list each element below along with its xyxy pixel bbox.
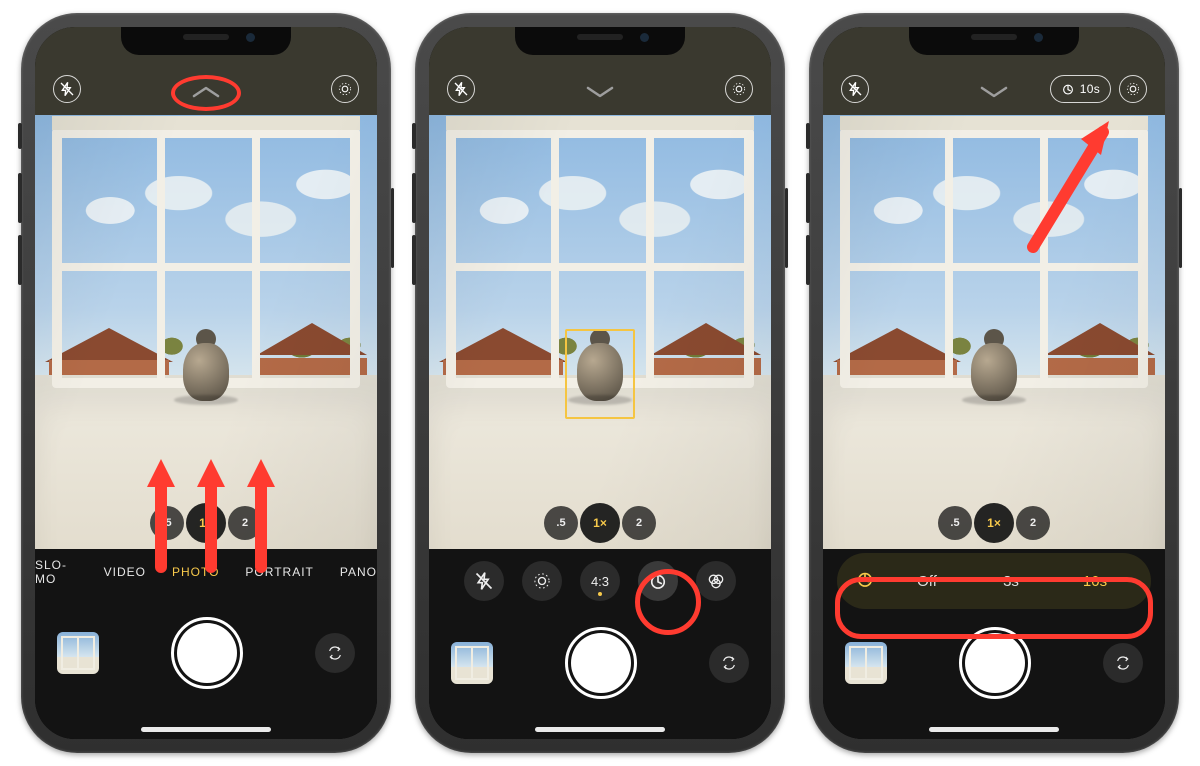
notch bbox=[121, 27, 291, 55]
zoom-1x[interactable]: 1× bbox=[186, 503, 226, 543]
timer-option-3s[interactable]: 3s bbox=[973, 573, 1049, 590]
live-photo-toggle[interactable] bbox=[331, 75, 359, 103]
home-indicator[interactable] bbox=[141, 727, 271, 732]
phone-frame: 10s .5 1× 2 bbox=[809, 13, 1179, 753]
notch bbox=[515, 27, 685, 55]
screen: 10s .5 1× 2 bbox=[823, 27, 1165, 739]
camera-switch-button[interactable] bbox=[1103, 643, 1143, 683]
home-indicator[interactable] bbox=[929, 727, 1059, 732]
camera-bottom-bar: Off 3s 10s bbox=[823, 549, 1165, 739]
timer-options-row: Off 3s 10s bbox=[837, 553, 1151, 609]
mode-strip[interactable]: SLO-MO VIDEO PHOTO PORTRAIT PANO bbox=[35, 555, 377, 589]
timer-control[interactable] bbox=[638, 561, 678, 601]
drawer-chevron-down-icon[interactable] bbox=[979, 81, 1009, 103]
mode-photo[interactable]: PHOTO bbox=[172, 565, 219, 579]
shutter-button[interactable] bbox=[959, 627, 1031, 699]
timer-status-pill[interactable]: 10s bbox=[1050, 75, 1111, 103]
filters-icon bbox=[706, 571, 726, 591]
last-photo-thumbnail[interactable] bbox=[451, 642, 493, 684]
mode-pano[interactable]: PANO bbox=[340, 565, 377, 579]
zoom-0_5x[interactable]: .5 bbox=[938, 506, 972, 540]
viewfinder[interactable]: .5 1× 2 bbox=[429, 115, 771, 549]
zoom-2x[interactable]: 2 bbox=[622, 506, 656, 540]
aspect-ratio-control[interactable]: 4:3 bbox=[580, 561, 620, 601]
flash-toggle[interactable] bbox=[841, 75, 869, 103]
timer-icon bbox=[648, 571, 668, 591]
live-photo-icon bbox=[731, 81, 747, 97]
aspect-ratio-label: 4:3 bbox=[591, 574, 609, 589]
flash-off-icon bbox=[453, 81, 469, 97]
viewfinder[interactable]: .5 1× 2 bbox=[823, 115, 1165, 549]
mode-portrait[interactable]: PORTRAIT bbox=[245, 565, 313, 579]
camera-switch-button[interactable] bbox=[315, 633, 355, 673]
shutter-button[interactable] bbox=[171, 617, 243, 689]
phone-frame: .5 1× 2 4:3 bbox=[415, 13, 785, 753]
camera-switch-icon bbox=[327, 645, 343, 661]
live-photo-toggle[interactable] bbox=[1119, 75, 1147, 103]
live-photo-icon bbox=[1125, 81, 1141, 97]
live-photo-icon bbox=[532, 571, 552, 591]
zoom-selector[interactable]: .5 1× 2 bbox=[150, 503, 262, 543]
mode-slomo[interactable]: SLO-MO bbox=[35, 558, 78, 586]
drawer-chevron-up-icon[interactable] bbox=[191, 81, 221, 103]
last-photo-thumbnail[interactable] bbox=[57, 632, 99, 674]
scene bbox=[823, 115, 1165, 549]
live-photo-control[interactable] bbox=[522, 561, 562, 601]
shutter-button[interactable] bbox=[565, 627, 637, 699]
camera-bottom-bar: 4:3 bbox=[429, 549, 771, 739]
timer-option-off[interactable]: Off bbox=[889, 573, 965, 590]
mode-video[interactable]: VIDEO bbox=[104, 565, 146, 579]
camera-switch-button[interactable] bbox=[709, 643, 749, 683]
zoom-selector[interactable]: .5 1× 2 bbox=[938, 503, 1050, 543]
timer-option-10s[interactable]: 10s bbox=[1057, 573, 1133, 590]
live-photo-toggle[interactable] bbox=[725, 75, 753, 103]
zoom-1x[interactable]: 1× bbox=[974, 503, 1014, 543]
zoom-0_5x[interactable]: .5 bbox=[150, 506, 184, 540]
zoom-0_5x[interactable]: .5 bbox=[544, 506, 578, 540]
zoom-selector[interactable]: .5 1× 2 bbox=[544, 503, 656, 543]
flash-off-icon bbox=[847, 81, 863, 97]
flash-off-icon bbox=[474, 571, 494, 591]
camera-bottom-bar: SLO-MO VIDEO PHOTO PORTRAIT PANO bbox=[35, 549, 377, 739]
live-photo-icon bbox=[337, 81, 353, 97]
timer-icon bbox=[1061, 82, 1075, 96]
subject-buddha bbox=[966, 329, 1022, 401]
filters-control[interactable] bbox=[696, 561, 736, 601]
viewfinder[interactable]: .5 1× 2 bbox=[35, 115, 377, 549]
home-indicator[interactable] bbox=[535, 727, 665, 732]
timer-status-label: 10s bbox=[1080, 82, 1100, 96]
timer-icon bbox=[855, 569, 875, 593]
screen: .5 1× 2 SLO-MO VIDEO PHOTO PORTRAIT PANO bbox=[35, 27, 377, 739]
subject-buddha bbox=[178, 329, 234, 401]
zoom-2x[interactable]: 2 bbox=[1016, 506, 1050, 540]
flash-toggle[interactable] bbox=[53, 75, 81, 103]
control-drawer: 4:3 bbox=[429, 553, 771, 609]
flash-control[interactable] bbox=[464, 561, 504, 601]
zoom-2x[interactable]: 2 bbox=[228, 506, 262, 540]
camera-switch-icon bbox=[1115, 655, 1131, 671]
flash-off-icon bbox=[59, 81, 75, 97]
screen: .5 1× 2 4:3 bbox=[429, 27, 771, 739]
notch bbox=[909, 27, 1079, 55]
phone-frame: .5 1× 2 SLO-MO VIDEO PHOTO PORTRAIT PANO bbox=[21, 13, 391, 753]
camera-switch-icon bbox=[721, 655, 737, 671]
zoom-1x[interactable]: 1× bbox=[580, 503, 620, 543]
focus-indicator bbox=[565, 329, 635, 419]
flash-toggle[interactable] bbox=[447, 75, 475, 103]
last-photo-thumbnail[interactable] bbox=[845, 642, 887, 684]
scene bbox=[35, 115, 377, 549]
drawer-chevron-down-icon[interactable] bbox=[585, 81, 615, 103]
